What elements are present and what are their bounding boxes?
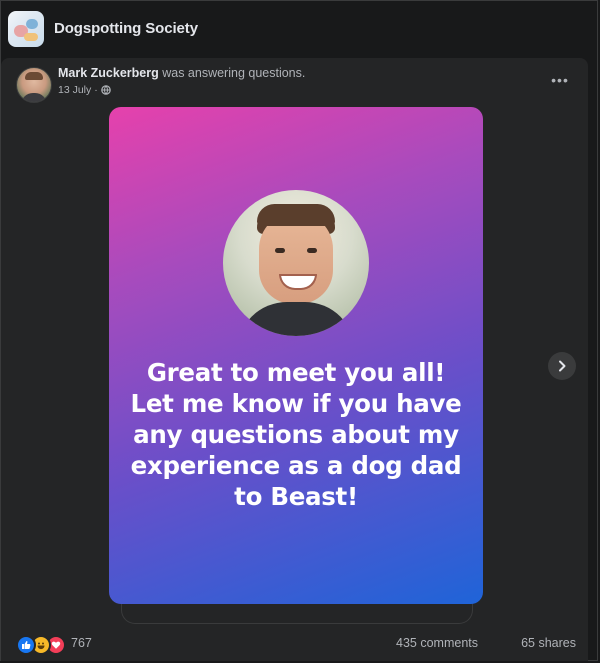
author-avatar[interactable] <box>16 67 52 103</box>
next-slide-button[interactable] <box>548 352 576 380</box>
more-options-button[interactable]: ••• <box>548 70 572 90</box>
shares-count[interactable]: 65 shares <box>521 636 576 650</box>
media-stack-edge <box>121 601 473 624</box>
group-logo[interactable] <box>8 11 44 47</box>
comments-count[interactable]: 435 comments <box>396 636 478 650</box>
post-author-line: Mark Zuckerberg was answering questions. <box>58 66 305 80</box>
post-quote-text: Great to meet you all! Let me know if yo… <box>130 358 462 511</box>
post-footer: 767 435 comments 65 shares <box>16 633 576 655</box>
reaction-count[interactable]: 767 <box>71 636 92 650</box>
reaction-icons[interactable] <box>16 635 66 655</box>
group-header: Dogspotting Society <box>0 0 598 58</box>
group-name[interactable]: Dogspotting Society <box>54 20 198 37</box>
post-meta: 13 July · <box>58 84 111 96</box>
chevron-right-icon <box>559 360 566 372</box>
like-icon <box>16 635 36 655</box>
post-date[interactable]: 13 July <box>58 84 91 96</box>
author-action: was answering questions. <box>162 66 306 80</box>
meta-separator: · <box>94 84 98 96</box>
profile-portrait <box>223 190 369 336</box>
globe-icon <box>100 85 111 95</box>
post-media-card[interactable]: Great to meet you all! Let me know if yo… <box>109 107 483 604</box>
author-name[interactable]: Mark Zuckerberg <box>58 66 159 80</box>
